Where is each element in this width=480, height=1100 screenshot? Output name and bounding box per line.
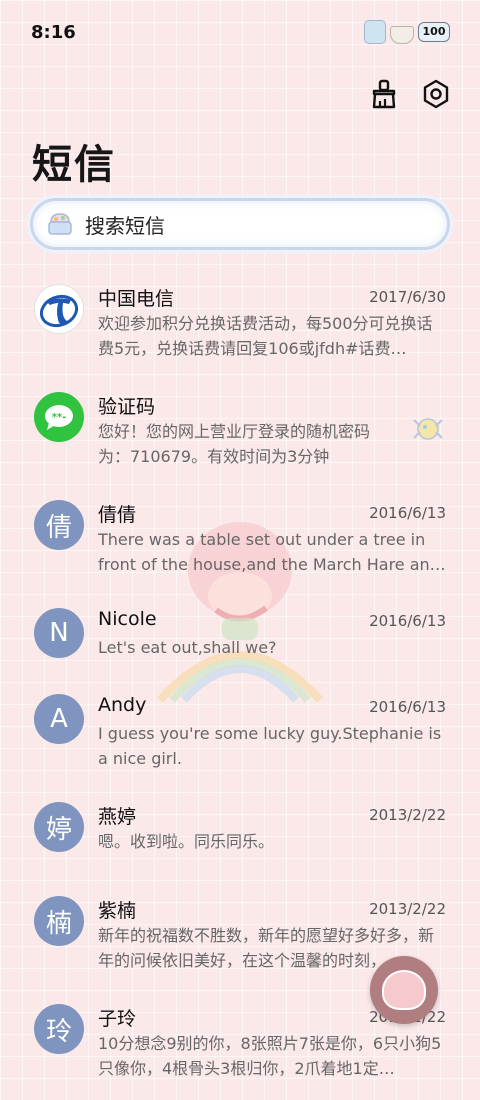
- message-date: 2016/6/13: [369, 612, 446, 630]
- battery-indicator: 100: [418, 22, 450, 42]
- clean-button[interactable]: [368, 78, 400, 110]
- contact-name: 中国电信: [98, 288, 175, 310]
- broom-icon: [372, 79, 396, 109]
- contact-name: 燕婷: [98, 806, 137, 828]
- message-preview: Let's eat out,shall we?: [98, 638, 277, 657]
- message-date: 2016/6/13: [369, 698, 446, 716]
- message-date: 2013/2/22: [369, 806, 446, 824]
- svg-text:**-: **-: [52, 412, 67, 423]
- search-icon: [43, 207, 77, 241]
- status-bar: 8:16 100: [0, 0, 480, 66]
- contact-name: 子玲: [98, 1008, 137, 1030]
- search-input[interactable]: 搜索短信: [30, 198, 450, 250]
- avatar: **-: [34, 392, 84, 442]
- contact-name: 紫楠: [98, 900, 137, 922]
- settings-button[interactable]: [420, 78, 452, 110]
- wifi-icon: [390, 26, 414, 44]
- status-icons: 100: [364, 20, 450, 44]
- message-preview: 嗯。收到啦。同乐同乐。: [98, 832, 275, 851]
- contact-name: 验证码: [98, 396, 156, 418]
- message-date: 2017/6/30: [369, 288, 446, 306]
- avatar: 倩: [34, 500, 84, 550]
- list-item[interactable]: 婷 燕婷 2013/2/22 嗯。收到啦。同乐同乐。: [0, 790, 480, 884]
- message-date: 2016/6/13: [369, 504, 446, 522]
- avatar: 婷: [34, 802, 84, 852]
- page-title: 短信: [32, 142, 116, 188]
- list-item[interactable]: **- 验证码 您好！您的网上营业厅登录的随机密码为：710679。有效时间为3…: [0, 380, 480, 488]
- contact-name: Andy: [98, 694, 147, 716]
- gear-icon: [423, 79, 449, 109]
- message-preview: 您好！您的网上营业厅登录的随机密码为：710679。有效时间为3分钟: [98, 422, 371, 466]
- message-preview: 10分想念9别的你，8张照片7张是你，6只小狗5只像你，4根骨头3根归你，2爪着…: [98, 1034, 442, 1078]
- message-date: 2013/2/22: [369, 900, 446, 918]
- avatar: A: [34, 694, 84, 744]
- compose-fab-icon: [382, 970, 426, 1010]
- avatar: 楠: [34, 896, 84, 946]
- chat-bubble-icon: **-: [45, 405, 73, 430]
- list-item[interactable]: N Nicole 2016/6/13 Let's eat out,shall w…: [0, 596, 480, 682]
- list-item[interactable]: A Andy 2016/6/13 I guess you're some luc…: [0, 682, 480, 790]
- message-preview: There was a table set out under a tree i…: [98, 530, 446, 574]
- list-item[interactable]: 中国电信 2017/6/30 欢迎参加积分兑换话费活动，每500分可兑换话费5元…: [0, 272, 480, 380]
- message-preview: I guess you're some lucky guy.Stephanie …: [98, 724, 442, 768]
- signal-icon: [364, 20, 386, 44]
- message-preview: 欢迎参加积分兑换话费活动，每500分可兑换话费5元，兑换话费请回复106或jfd…: [98, 314, 433, 358]
- list-item[interactable]: 倩 倩倩 2016/6/13 There was a table set out…: [0, 488, 480, 596]
- avatar: [34, 284, 84, 334]
- china-telecom-logo-icon: [39, 294, 79, 328]
- status-time: 8:16: [31, 22, 76, 43]
- new-message-button[interactable]: [370, 956, 438, 1024]
- avatar: N: [34, 608, 84, 658]
- contact-name: Nicole: [98, 608, 157, 630]
- avatar: 玲: [34, 1004, 84, 1054]
- contact-name: 倩倩: [98, 504, 137, 526]
- top-actions: [368, 78, 452, 110]
- search-placeholder: 搜索短信: [85, 213, 165, 238]
